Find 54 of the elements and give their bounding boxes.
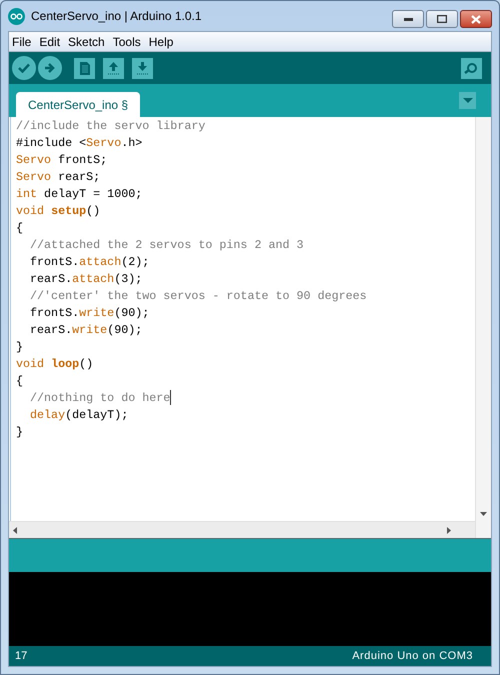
menu-item[interactable]: Help (148, 32, 174, 50)
left-arrow-icon (13, 526, 17, 534)
code-line: Servo rearS; (16, 169, 100, 186)
checkmark-icon (18, 63, 30, 73)
menu-item[interactable]: Tools (112, 32, 141, 50)
line-number: 17 (15, 648, 28, 664)
new-button[interactable] (74, 58, 95, 78)
serial-monitor-button[interactable] (461, 58, 482, 78)
right-arrow-icon (447, 526, 451, 534)
menu-item[interactable]: Edit (39, 32, 60, 50)
code-line: int delayT = 1000; (16, 186, 142, 203)
vertical-scrollbar[interactable] (475, 117, 491, 538)
code-line: rearS.write(90); (30, 322, 142, 339)
code-line: } (16, 424, 24, 441)
document-icon (80, 62, 90, 74)
window-title: CenterServo_ino | Arduino 1.0.1 (31, 8, 202, 25)
up-arrow-icon (108, 62, 119, 74)
minimize-icon (404, 18, 412, 20)
open-button[interactable] (103, 58, 124, 78)
down-arrow-icon (137, 62, 148, 74)
upload-button[interactable] (38, 56, 62, 80)
code-line: { (16, 220, 24, 237)
horizontal-scrollbar[interactable] (9, 521, 475, 538)
code-line: rearS.attach(3); (30, 271, 142, 288)
close-icon (471, 14, 481, 24)
code-line: Servo frontS; (16, 152, 108, 169)
code-line: #include <Servo.h> (16, 135, 142, 152)
down-arrow-icon (480, 512, 487, 516)
code-line: frontS.attach(2); (30, 254, 150, 271)
code-line: void loop() (16, 356, 94, 373)
save-button[interactable] (132, 58, 153, 78)
board-info: Arduino Uno on COM3 (352, 648, 473, 664)
code-line: //include the servo library (16, 118, 206, 135)
code-line: } (16, 339, 24, 356)
caret-icon (462, 98, 472, 103)
code-line: delay(delayT); (30, 407, 128, 424)
minimize-button[interactable] (392, 10, 424, 28)
code-line: { (16, 373, 24, 390)
menu-item[interactable]: File (12, 32, 32, 50)
code-line: //attached the 2 servos to pins 2 and 3 (30, 237, 304, 254)
code-line: void setup() (16, 203, 100, 220)
magnifier-icon (464, 62, 479, 74)
close-button[interactable] (460, 10, 492, 28)
app-logo-icon (8, 8, 25, 24)
maximize-button[interactable] (426, 10, 458, 28)
code-line: //'center' the two servos - rotate to 90 degrees (30, 288, 367, 305)
maximize-icon (437, 15, 447, 23)
code-line: //nothing to do here (30, 390, 172, 407)
menu-item[interactable]: Sketch (68, 32, 105, 50)
right-arrow-icon (45, 63, 55, 73)
tab-menu-button[interactable] (459, 92, 476, 109)
file-tab[interactable]: CenterServo_ino § (16, 92, 140, 117)
code-line: frontS.write(90); (30, 305, 150, 322)
verify-button[interactable] (12, 56, 36, 80)
